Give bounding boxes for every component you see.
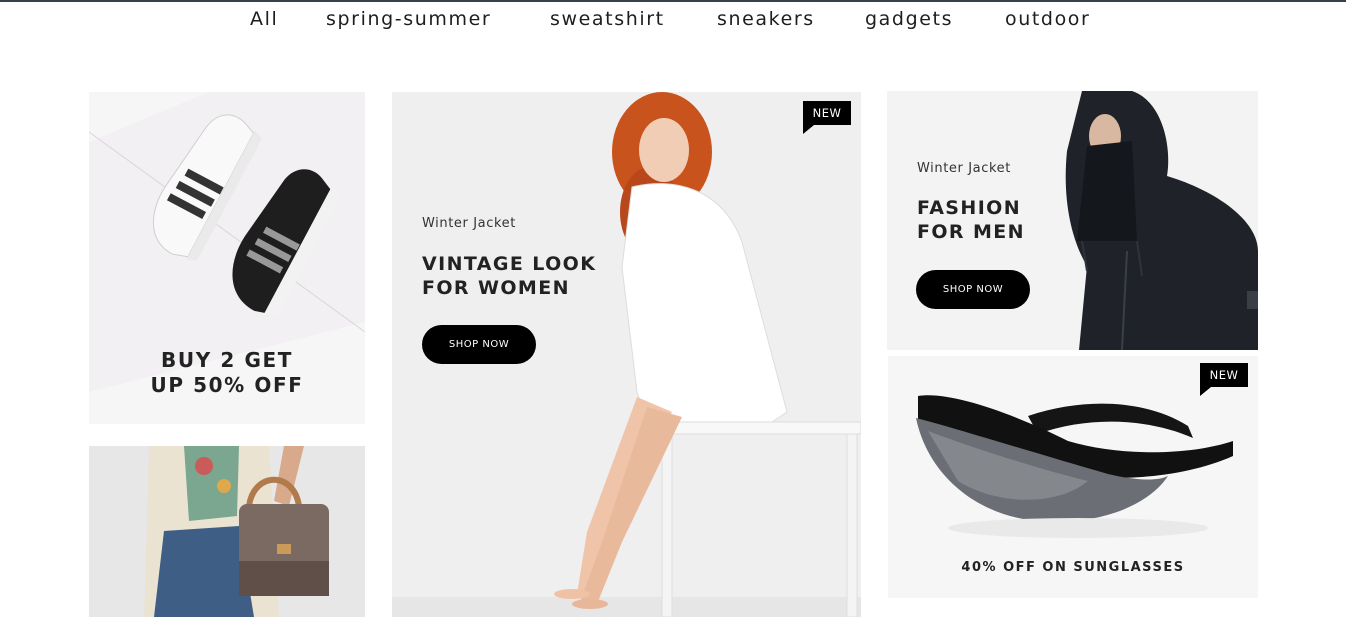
title-line-2: UP 50% OFF	[150, 373, 304, 397]
banner-subtitle: Winter Jacket	[422, 216, 516, 231]
new-badge-label: NEW	[1209, 368, 1239, 382]
badge-tail	[803, 125, 814, 134]
women-promo-banner[interactable]: Winter Jacket VINTAGE LOOK FOR WOMEN SHO…	[392, 92, 861, 617]
tab-outdoor[interactable]: outdoor	[1005, 8, 1090, 30]
category-filter-tabs: All spring-summer sweatshirt sneakers ga…	[0, 8, 1346, 32]
badge-tail	[1200, 387, 1211, 396]
top-border	[0, 0, 1346, 2]
banner-title: VINTAGE LOOK FOR WOMEN	[422, 252, 596, 300]
shop-now-button[interactable]: SHOP NOW	[916, 270, 1030, 309]
handbag-model-image	[89, 446, 365, 617]
title-line-1: FASHION	[917, 197, 1022, 219]
title-line-2: FOR MEN	[917, 221, 1025, 243]
sunglasses-promo-title: 40% OFF ON SUNGLASSES	[961, 560, 1185, 575]
men-promo-banner[interactable]: Winter Jacket FASHION FOR MEN SHOP NOW	[887, 91, 1258, 350]
banner-subtitle: Winter Jacket	[917, 161, 1011, 176]
new-badge-label: NEW	[812, 106, 842, 120]
shop-now-button[interactable]: SHOP NOW	[422, 325, 536, 364]
title-line-2: FOR WOMEN	[422, 277, 570, 299]
title-line-1: VINTAGE LOOK	[422, 253, 597, 275]
tab-sneakers[interactable]: sneakers	[717, 8, 815, 30]
sneakers-promo-banner[interactable]: BUY 2 GET UP 50% OFF	[89, 92, 365, 424]
tab-sweatshirt[interactable]: sweatshirt	[550, 8, 665, 30]
sunglasses-promo-banner[interactable]: 40% OFF ON SUNGLASSES NEW	[888, 356, 1258, 598]
banner-title: FASHION FOR MEN	[917, 196, 1025, 244]
new-badge: NEW	[803, 101, 851, 134]
tab-all[interactable]: All	[250, 8, 278, 30]
tab-gadgets[interactable]: gadgets	[865, 8, 953, 30]
tab-spring-summer[interactable]: spring-summer	[326, 8, 491, 30]
handbag-promo-banner[interactable]	[89, 446, 365, 617]
new-badge: NEW	[1200, 363, 1248, 396]
sneakers-promo-title: BUY 2 GET UP 50% OFF	[89, 348, 365, 398]
title-line-1: BUY 2 GET	[161, 348, 293, 372]
